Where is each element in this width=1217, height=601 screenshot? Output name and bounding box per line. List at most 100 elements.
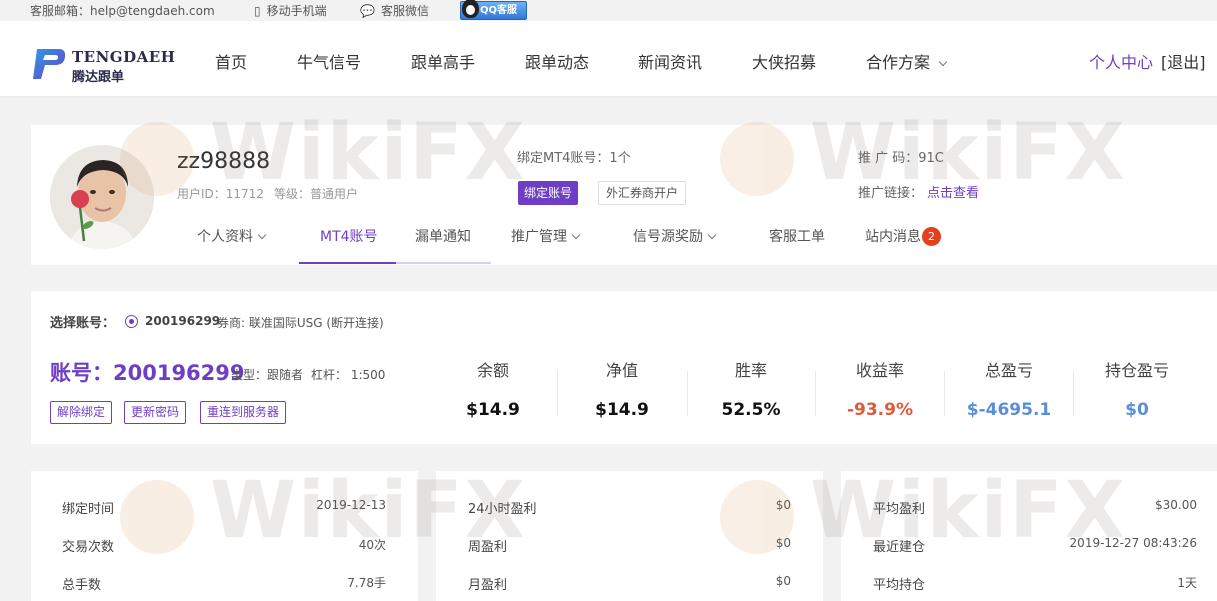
stat-balance: 余额 $14.9 [429,357,557,420]
personal-center-link[interactable]: 个人中心 [1089,53,1153,72]
row-key: 月盈利 [468,578,508,593]
tab-messages-label: 站内消息 [865,229,921,245]
tab-profile-label: 个人资料 [197,229,253,245]
reconnect-server-button[interactable]: 重连到服务器 [200,401,287,424]
stat-value: $14.9 [466,400,520,420]
promo-link[interactable]: 点击查看 [927,186,979,201]
stat-label: 持仓盈亏 [1104,361,1169,380]
user-meta: 用户ID：11712 等级：普通用户 [177,185,358,202]
logo-text-cn: 腾达跟单 [72,70,125,85]
user-level: 等级：普通用户 [273,187,358,201]
chevron-down-icon [938,57,948,67]
bind-account-button[interactable]: 绑定账号 [518,181,579,205]
update-password-button[interactable]: 更新密码 [124,401,187,424]
user-id: 用户ID：11712 [177,187,264,201]
hover-tab-indicator [396,262,491,264]
row-value: 7.78手 [347,576,386,590]
support-email: 客服邮箱：help@tengdaeh.com [30,4,215,18]
mobile-link[interactable]: ▯ 移动手机端 [254,2,327,19]
tab-support-tickets[interactable]: 客服工单 [769,226,825,246]
row-value: 1天 [1177,576,1197,590]
profit-card: 24小时盈利 $0 周盈利 $0 月盈利 $0 [436,471,823,601]
average-stats-card: 平均盈利 $30.00 最近建仓 2019-12-27 08:43:26 平均持仓 1… [841,471,1217,601]
mobile-label: 移动手机端 [266,4,327,18]
stat-value: 52.5% [721,400,781,420]
tab-signal-rewards[interactable]: 信号源奖励 [633,226,717,246]
logo-mark-icon [33,49,66,79]
account-title: 账号：200196299 [50,361,245,385]
account-card: 选择账号： 200196299 券商: 联准国际USG (断开连接) 账号：20… [31,291,1217,444]
promo-code: 推 广 码：91C [858,151,944,166]
tab-promotion-label: 推广管理 [511,229,567,245]
tab-signal-rewards-label: 信号源奖励 [633,229,703,245]
wechat-link[interactable]: 💬 客服微信 [360,2,429,19]
promo-link-label: 推广链接： [858,186,924,201]
open-broker-account-button[interactable]: 外汇券商开户 [598,181,687,205]
account-leverage: 杠杆： 1:500 [311,368,386,382]
row-value: $0 [775,536,791,550]
row-value: $0 [775,574,791,588]
promo-link-row: 推广链接： 点击查看 [858,182,979,201]
nav-user-area: 个人中心 [退出] [1089,49,1206,73]
row-key: 最近建仓 [873,540,926,555]
row-value: 2019-12-13 [316,498,386,512]
tab-missed-orders[interactable]: 漏单通知 [415,226,471,246]
account-meta: 类型：跟随者 杠杆： 1:500 [231,366,385,383]
account-radio[interactable] [125,315,138,328]
unbind-button[interactable]: 解除绑定 [50,401,113,424]
stat-value: -93.9% [846,400,914,420]
active-tab-indicator [299,262,396,264]
tab-promotion[interactable]: 推广管理 [511,226,581,246]
stat-win-rate: 胜率 52.5% [687,357,815,420]
profile-card: zz98888 用户ID：11712 等级：普通用户 绑定MT4账号：1个 绑定账… [31,125,1217,265]
stat-label: 胜率 [734,361,767,380]
bound-mt4-count: 绑定MT4账号：1个 [517,151,631,166]
logo-text-en: TENGDAEH [72,48,176,66]
binding-info-card: 绑定时间 2019-12-13 交易次数 40次 总手数 7.78手 [31,471,418,601]
stat-return: 收益率 -93.9% [816,357,944,420]
row-key: 24小时盈利 [468,502,537,517]
phone-icon: ▯ [254,4,261,18]
tab-profile[interactable]: 个人资料 [197,226,267,246]
qq-support-button[interactable]: QQ客服 [460,0,527,20]
logout-link[interactable]: [退出] [1161,53,1206,72]
stat-label: 余额 [476,361,509,380]
row-value: $30.00 [1155,498,1197,512]
row-value: 40次 [358,538,386,552]
wechat-icon: 💬 [360,4,375,18]
main-nav: TENGDAEH 腾达跟单 首页 牛气信号 跟单高手 跟单动态 新闻资讯 大侠招… [0,21,1217,96]
nav-cooperation[interactable]: 合作方案 [866,49,948,73]
row-value: 2019-12-27 08:43:26 [1069,536,1197,550]
nav-signals[interactable]: 牛气信号 [297,49,361,73]
nav-news[interactable]: 新闻资讯 [638,49,702,73]
tab-messages[interactable]: 站内消息 2 [865,226,941,247]
row-value: $0 [775,498,791,512]
nav-dynamics[interactable]: 跟单动态 [525,49,589,73]
username: zz98888 [177,149,271,174]
select-account-label: 选择账号： [50,316,116,331]
chevron-down-icon [257,230,267,240]
stat-equity: 净值 $14.9 [558,357,686,420]
nav-masters[interactable]: 跟单高手 [411,49,475,73]
row-key: 周盈利 [468,540,508,555]
stat-value: $-4695.1 [966,400,1052,420]
avatar [50,145,154,249]
row-key: 平均盈利 [873,502,926,517]
stat-total-pnl: 总盈亏 $-4695.1 [945,357,1073,420]
nav-home[interactable]: 首页 [215,49,247,73]
qq-penguin-icon [462,0,479,18]
row-key: 交易次数 [62,540,115,555]
stat-value: $14.9 [595,400,649,420]
broker-status: 券商: 联准国际USG (断开连接) [217,316,384,330]
row-key: 绑定时间 [62,502,115,517]
stat-value: $0 [1125,400,1149,420]
nav-cooperation-label: 合作方案 [866,53,931,72]
logo[interactable]: TENGDAEH 腾达跟单 [31,45,175,85]
tab-mt4[interactable]: MT4账号 [320,226,378,246]
row-key: 总手数 [62,578,102,593]
nav-recruit[interactable]: 大侠招募 [752,49,816,73]
chevron-down-icon [707,230,717,240]
avatar-image [50,145,154,249]
selected-account-number: 200196299 [145,314,221,328]
unread-badge: 2 [922,227,941,246]
